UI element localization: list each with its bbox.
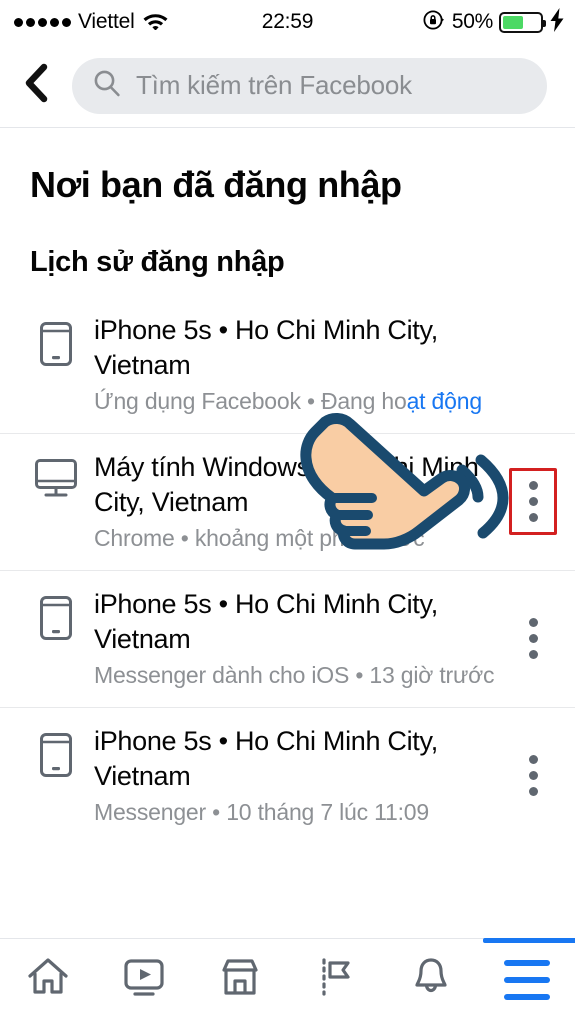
battery-percent-label: 50% [451, 10, 493, 33]
mobile-phone-icon [28, 313, 84, 367]
active-tab-indicator [483, 937, 575, 943]
marketplace-store-icon [217, 954, 263, 1005]
session-title: iPhone 5s • Ho Chi Minh City, Vietnam [94, 315, 438, 380]
phone-screen: Viettel 22:59 50% Tìm kiếm trên Facebook… [0, 0, 575, 1020]
search-header: Tìm kiếm trên Facebook [0, 44, 575, 128]
session-subtitle: Messenger dành cho iOS • 13 giờ trước [94, 661, 501, 691]
status-bar-right: 50% [422, 0, 565, 44]
session-details: iPhone 5s • Ho Chi Minh City, Vietnam Mes… [84, 724, 509, 828]
session-details: iPhone 5s • Ho Chi Minh City, Vietnam Mes… [84, 587, 509, 691]
lightning-bolt-icon [549, 7, 565, 37]
session-title: iPhone 5s • Ho Chi Minh City, Vietnam [94, 725, 438, 791]
session-row[interactable]: Máy tính Windows • Ho Chi Minh City, Vie… [0, 433, 575, 571]
nav-hamburger-menu[interactable] [479, 937, 575, 1020]
clock-label: 22:59 [261, 10, 314, 33]
kebab-menu-icon[interactable] [509, 468, 557, 536]
session-subtitle-text: Chrome • khoảng một phút trước [94, 525, 425, 552]
home-icon [25, 954, 71, 1005]
session-row[interactable]: iPhone 5s • Ho Chi Minh City, Vietnam Ứng… [0, 297, 575, 434]
session-details: Máy tính Windows • Ho Chi Minh City, Vie… [84, 450, 509, 554]
session-row[interactable]: iPhone 5s • Ho Chi Minh City, Vietnam Mes… [0, 570, 575, 708]
bottom-navigation-bar [0, 937, 575, 1020]
search-input[interactable]: Tìm kiếm trên Facebook [72, 57, 547, 114]
session-details: iPhone 5s • Ho Chi Minh City, Vietnam Ứng… [84, 313, 509, 417]
page-title: Nơi bạn đã đăng nhập [30, 164, 402, 205]
mobile-phone-icon [28, 724, 84, 778]
battery-icon [499, 11, 546, 33]
session-subtitle: Ứng dụng Facebook • Đang hoạt động [94, 387, 501, 417]
section-title: Lịch sử đăng nhập [30, 246, 285, 278]
kebab-menu-icon[interactable] [509, 610, 557, 667]
session-subtitle: Chrome • khoảng một phút trước [94, 524, 501, 554]
hamburger-menu-icon [504, 959, 551, 1000]
desktop-monitor-icon [28, 450, 84, 498]
mobile-phone-icon [28, 587, 84, 641]
login-history-list: iPhone 5s • Ho Chi Minh City, Vietnam Ứng… [0, 297, 575, 844]
nav-notifications-bell[interactable] [383, 939, 479, 1020]
rotation-lock-icon [422, 8, 446, 37]
search-icon [92, 68, 122, 103]
session-subtitle: Messenger • 10 tháng 7 lúc 11:09 [94, 798, 501, 828]
session-subtitle-text: Messenger • 10 tháng 7 lúc 11:09 [94, 799, 429, 826]
session-active-status: ạt động [406, 388, 483, 415]
session-subtitle-text: Messenger dành cho iOS • 13 giờ trước [94, 662, 495, 689]
session-subtitle-text: Ứng dụng Facebook • Đang ho [94, 388, 407, 415]
session-row[interactable]: iPhone 5s • Ho Chi Minh City, Vietnam Mes… [0, 707, 575, 844]
kebab-menu-icon[interactable] [509, 747, 557, 804]
nav-watch-video[interactable] [96, 939, 192, 1020]
status-bar: Viettel 22:59 50% [0, 0, 575, 44]
back-chevron-icon [22, 61, 50, 110]
nav-groups-flag[interactable] [287, 939, 383, 1020]
search-placeholder-text: Tìm kiếm trên Facebook [136, 70, 412, 100]
session-title: iPhone 5s • Ho Chi Minh City, Vietnam [94, 588, 438, 654]
nav-home[interactable] [0, 939, 96, 1020]
notifications-bell-icon [408, 954, 454, 1005]
groups-flag-icon [312, 954, 358, 1005]
watch-video-icon [121, 954, 167, 1005]
back-button[interactable] [0, 44, 72, 128]
nav-marketplace-store[interactable] [192, 939, 288, 1020]
session-title: Máy tính Windows • Ho Chi Minh City, Vie… [94, 451, 479, 517]
